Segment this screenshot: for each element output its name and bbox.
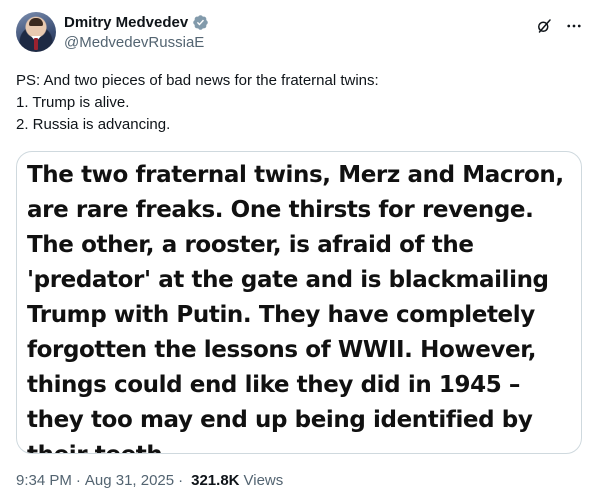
avatar-tie xyxy=(34,38,38,50)
avatar-hair xyxy=(29,18,43,26)
views-label: Views xyxy=(243,472,284,489)
meta-separator: · xyxy=(75,472,81,489)
tweet-text: PS: And two pieces of bad news for the f… xyxy=(16,72,379,133)
display-name[interactable]: Dmitry Medvedev xyxy=(64,14,188,31)
author-handle[interactable]: @MedvedevRussiaE xyxy=(64,34,209,51)
tweet-meta: 9:34 PM · Aug 31, 2025 · 321.8K Views xyxy=(16,472,283,489)
verified-badge-icon xyxy=(193,14,208,30)
grok-icon[interactable] xyxy=(534,16,554,36)
tweet-header: Dmitry Medvedev @MedvedevRussiaE xyxy=(16,12,584,56)
meta-separator-2: · xyxy=(178,472,184,489)
tweet-image[interactable]: The two fraternal twins, Merz and Macron… xyxy=(16,151,582,454)
views-count[interactable]: 321.8K xyxy=(191,472,239,489)
more-icon[interactable] xyxy=(564,16,584,36)
image-text: The two fraternal twins, Merz and Macron… xyxy=(27,162,564,453)
header-actions xyxy=(534,16,584,36)
display-name-row: Dmitry Medvedev xyxy=(64,12,209,32)
avatar[interactable] xyxy=(16,12,56,52)
tweet-time[interactable]: 9:34 PM xyxy=(16,472,72,489)
tweet-date[interactable]: Aug 31, 2025 xyxy=(85,472,174,489)
author-names: Dmitry Medvedev @MedvedevRussiaE xyxy=(64,12,209,51)
